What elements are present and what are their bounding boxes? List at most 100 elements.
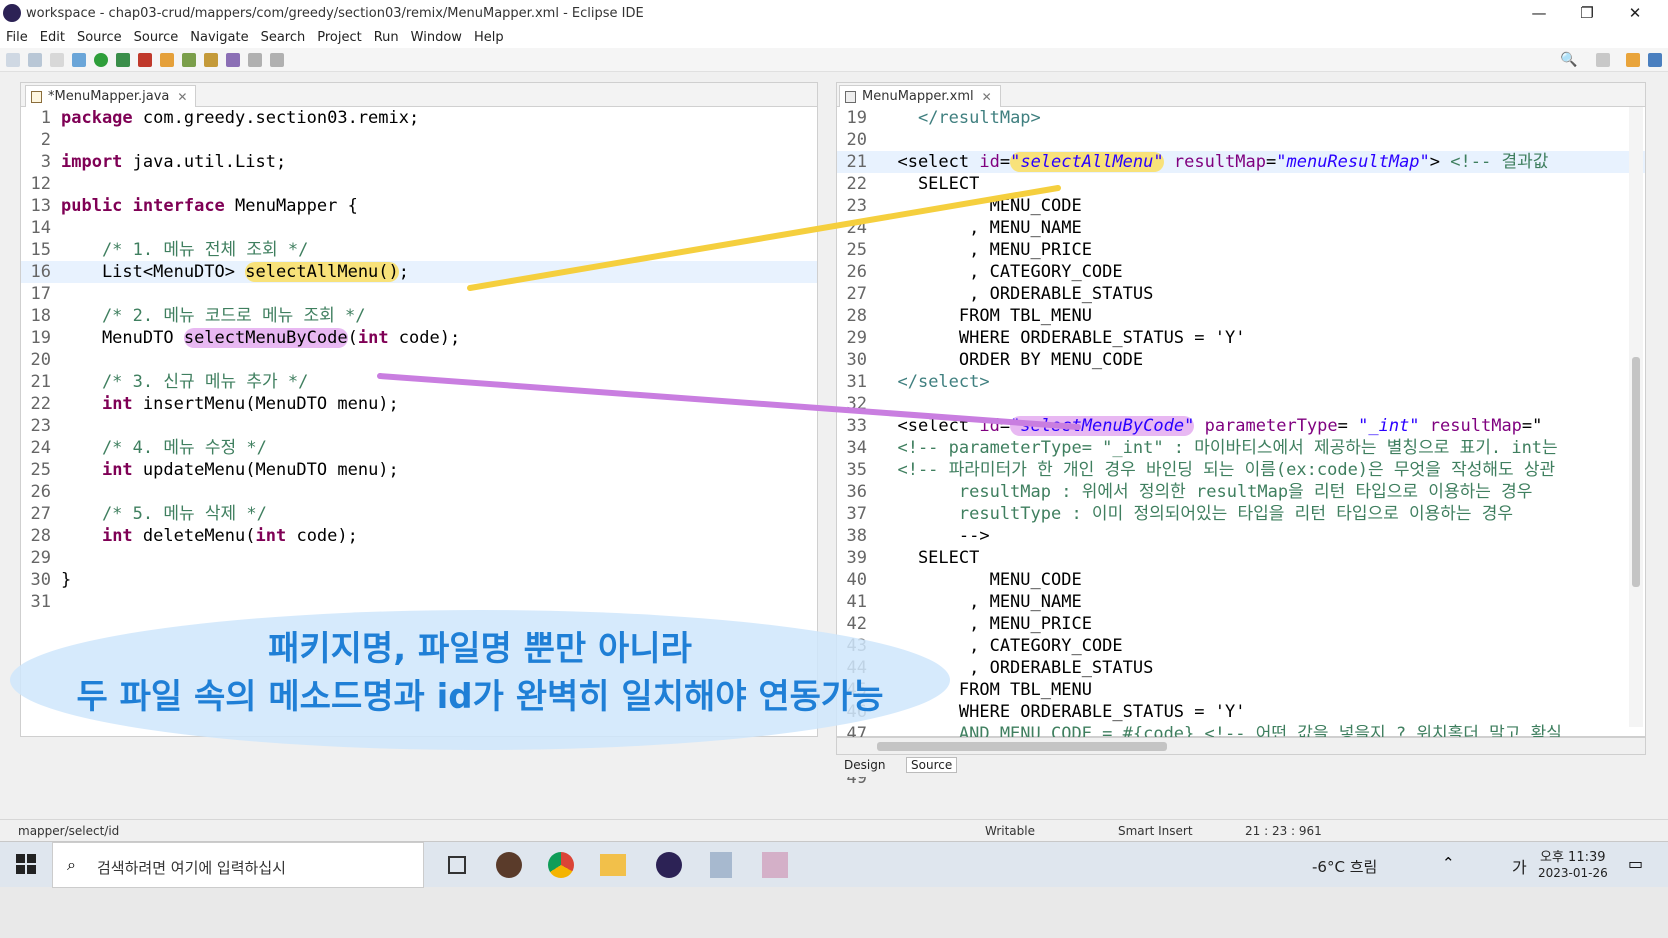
- search-icon[interactable]: 🔍: [1560, 52, 1577, 68]
- code-line[interactable]: 16 List<MenuDTO> selectAllMenu();: [21, 261, 817, 283]
- code-line[interactable]: 19 </resultMap>: [837, 107, 1645, 129]
- line-text[interactable]: WHERE ORDERABLE_STATUS = 'Y': [877, 327, 1246, 349]
- chrome-icon[interactable]: [548, 852, 574, 878]
- code-line[interactable]: 39 SELECT: [837, 547, 1645, 569]
- eclipse-taskbar-icon[interactable]: [656, 852, 682, 878]
- tab-design[interactable]: Design: [844, 758, 885, 772]
- line-text[interactable]: <!-- 파라미터가 한 개인 경우 바인딩 되는 이름(ex:code)은 무…: [877, 459, 1555, 481]
- weather-text[interactable]: -6°C 흐림: [1312, 856, 1377, 877]
- code-line[interactable]: 28 int deleteMenu(int code);: [21, 525, 817, 547]
- line-text[interactable]: resultMap : 위에서 정의한 resultMap을 리턴 타입으로 이…: [877, 481, 1533, 503]
- menu-item-edit[interactable]: Edit: [40, 30, 65, 45]
- code-line[interactable]: 21 <select id="selectAllMenu" resultMap=…: [837, 151, 1645, 173]
- code-line[interactable]: 17: [21, 283, 817, 305]
- open-type-icon[interactable]: [204, 52, 218, 67]
- line-text[interactable]: <select id="selectMenuByCode" parameterT…: [877, 415, 1542, 437]
- code-line[interactable]: 18 /* 2. 메뉴 코드로 메뉴 조회 */: [21, 305, 817, 327]
- new-package-icon[interactable]: [160, 52, 174, 67]
- app-icon-5[interactable]: [710, 852, 732, 878]
- code-line[interactable]: 31: [21, 591, 817, 613]
- task-view-icon[interactable]: [448, 856, 466, 874]
- line-text[interactable]: package com.greedy.section03.remix;: [61, 107, 419, 129]
- code-line[interactable]: 28 FROM TBL_MENU: [837, 305, 1645, 327]
- debug-icon[interactable]: [72, 52, 86, 67]
- close-tab-icon[interactable]: ✕: [177, 90, 187, 104]
- line-text[interactable]: , MENU_NAME: [877, 591, 1082, 613]
- line-text[interactable]: SELECT: [877, 173, 979, 195]
- line-text[interactable]: /* 5. 메뉴 삭제 */: [61, 503, 267, 525]
- app-icon-6[interactable]: [762, 852, 788, 878]
- line-text[interactable]: public interface MenuMapper {: [61, 195, 358, 217]
- code-line[interactable]: 30 ORDER BY MENU_CODE: [837, 349, 1645, 371]
- code-line[interactable]: 19 MenuDTO selectMenuByCode(int code);: [21, 327, 817, 349]
- code-line[interactable]: 33 <select id="selectMenuByCode" paramet…: [837, 415, 1645, 437]
- code-line[interactable]: 27 /* 5. 메뉴 삭제 */: [21, 503, 817, 525]
- code-line[interactable]: 12: [21, 173, 817, 195]
- code-line[interactable]: 21 /* 3. 신규 메뉴 추가 */: [21, 371, 817, 393]
- code-line[interactable]: 41 , MENU_NAME: [837, 591, 1645, 613]
- code-line[interactable]: 32: [837, 393, 1645, 415]
- line-text[interactable]: , ORDERABLE_STATUS: [877, 283, 1153, 305]
- code-line[interactable]: 34 <!-- parameterType= "_int" : 마이바티스에서 …: [837, 437, 1645, 459]
- external-tools-icon[interactable]: [116, 52, 130, 67]
- code-line[interactable]: 30}: [21, 569, 817, 591]
- horizontal-scrollbar[interactable]: [836, 737, 1646, 755]
- line-text[interactable]: <!-- parameterType= "_int" : 마이바티스에서 제공하…: [877, 437, 1557, 459]
- java-perspective-icon[interactable]: [1626, 53, 1640, 67]
- line-text[interactable]: , MENU_PRICE: [877, 239, 1092, 261]
- code-line[interactable]: 22 SELECT: [837, 173, 1645, 195]
- line-text[interactable]: , CATEGORY_CODE: [877, 261, 1123, 283]
- line-text[interactable]: FROM TBL_MENU: [877, 305, 1092, 327]
- code-line[interactable]: 27 , ORDERABLE_STATUS: [837, 283, 1645, 305]
- tab-menumapper-java[interactable]: *MenuMapper.java ✕: [25, 85, 197, 107]
- maximize-button[interactable]: ❐: [1564, 0, 1610, 26]
- code-line[interactable]: 29 WHERE ORDERABLE_STATUS = 'Y': [837, 327, 1645, 349]
- tab-source[interactable]: Source: [906, 757, 958, 773]
- code-line[interactable]: 23 MENU_CODE: [837, 195, 1645, 217]
- new-class-icon[interactable]: [182, 52, 196, 67]
- line-text[interactable]: List<MenuDTO> selectAllMenu();: [61, 261, 409, 283]
- menu-item-search[interactable]: Search: [261, 30, 306, 45]
- code-line[interactable]: 1 package com.greedy.section03.remix;: [21, 107, 817, 129]
- menu-item-navigate[interactable]: Navigate: [190, 30, 248, 45]
- code-line[interactable]: 36 resultMap : 위에서 정의한 resultMap을 리턴 타입으…: [837, 481, 1645, 503]
- menu-item-source[interactable]: Source: [134, 30, 179, 45]
- line-text[interactable]: }: [61, 569, 71, 591]
- line-text[interactable]: int updateMenu(MenuDTO menu);: [61, 459, 399, 481]
- menu-item-project[interactable]: Project: [317, 30, 361, 45]
- code-line[interactable]: 37 resultType : 이미 정의되어있는 타입을 리턴 타입으로 이용…: [837, 503, 1645, 525]
- menu-item-source[interactable]: Source: [77, 30, 122, 45]
- nav-back-icon[interactable]: [248, 52, 262, 67]
- line-text[interactable]: -->: [877, 525, 990, 547]
- code-line[interactable]: 40 MENU_CODE: [837, 569, 1645, 591]
- notification-icon[interactable]: ▭: [1628, 854, 1643, 873]
- line-text[interactable]: /* 1. 메뉴 전체 조회 */: [61, 239, 308, 261]
- line-text[interactable]: import java.util.List;: [61, 151, 286, 173]
- taskbar-search-box[interactable]: ⌕ 검색하려면 여기에 입력하십시: [52, 842, 424, 888]
- nav-forward-icon[interactable]: [270, 52, 284, 67]
- line-text[interactable]: MenuDTO selectMenuByCode(int code);: [61, 327, 460, 349]
- ime-indicator[interactable]: 가: [1512, 854, 1527, 878]
- windows-start-icon[interactable]: [16, 854, 36, 874]
- code-line[interactable]: 3 import java.util.List;: [21, 151, 817, 173]
- code-line[interactable]: 20: [837, 129, 1645, 151]
- code-line[interactable]: 23: [21, 415, 817, 437]
- search-tool-icon[interactable]: [226, 52, 240, 67]
- app-icon-1[interactable]: [496, 852, 522, 878]
- run-icon[interactable]: [94, 52, 108, 67]
- code-line[interactable]: 35 <!-- 파라미터가 한 개인 경우 바인딩 되는 이름(ex:code)…: [837, 459, 1645, 481]
- line-text[interactable]: <select id="selectAllMenu" resultMap="me…: [877, 151, 1548, 173]
- perspective-icon[interactable]: [1596, 53, 1610, 67]
- line-text[interactable]: int insertMenu(MenuDTO menu);: [61, 393, 399, 415]
- code-line[interactable]: 20: [21, 349, 817, 371]
- code-line[interactable]: 2: [21, 129, 817, 151]
- menu-item-run[interactable]: Run: [374, 30, 399, 45]
- line-text[interactable]: /* 2. 메뉴 코드로 메뉴 조회 */: [61, 305, 366, 327]
- code-line[interactable]: 14: [21, 217, 817, 239]
- clock-time[interactable]: 오후 11:39: [1540, 846, 1606, 865]
- code-line[interactable]: 26: [21, 481, 817, 503]
- line-text[interactable]: /* 4. 메뉴 수정 */: [61, 437, 267, 459]
- vertical-scrollbar[interactable]: [1629, 107, 1643, 727]
- code-line[interactable]: 25 , MENU_PRICE: [837, 239, 1645, 261]
- minimize-button[interactable]: —: [1516, 0, 1562, 26]
